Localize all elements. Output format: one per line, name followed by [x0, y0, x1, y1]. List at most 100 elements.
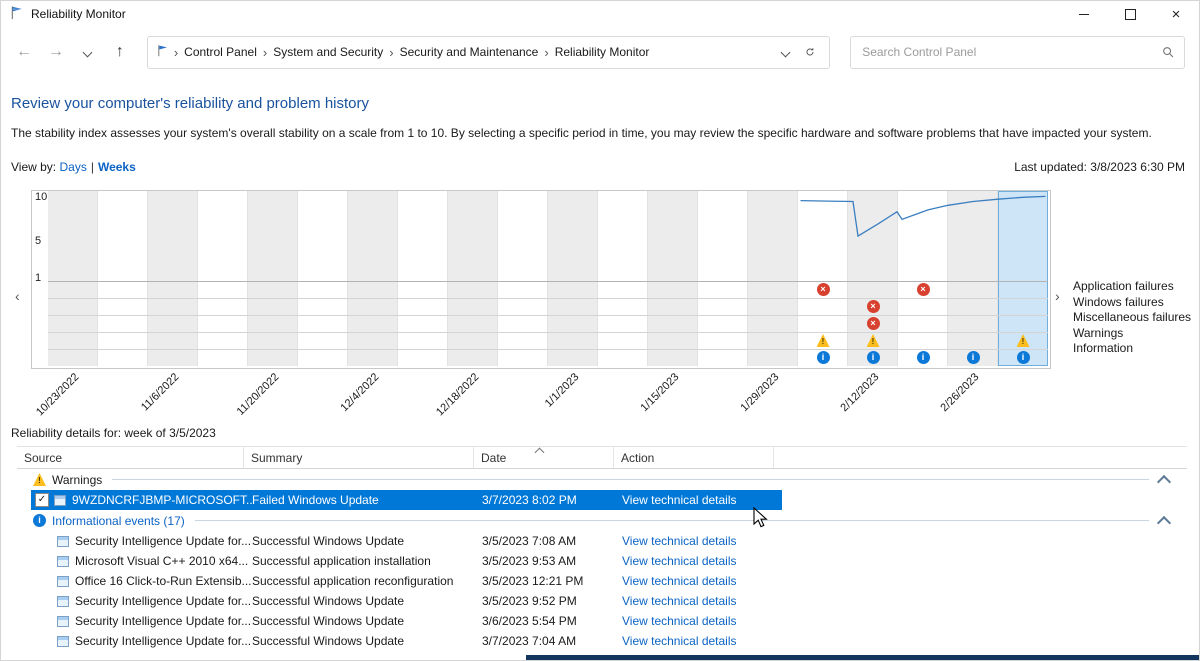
column-header-summary[interactable]: Summary — [244, 447, 474, 468]
chevron-right-icon: › — [387, 45, 395, 60]
legend-item: Miscellaneous failures — [1073, 310, 1191, 326]
error-icon[interactable]: × — [917, 283, 930, 296]
view-technical-details-link[interactable]: View technical details — [622, 551, 782, 571]
info-icon[interactable]: i — [917, 351, 930, 364]
date-cell: 3/5/2023 7:08 AM — [482, 531, 622, 551]
info-icon[interactable]: i — [867, 351, 880, 364]
error-icon[interactable]: × — [867, 300, 880, 313]
search-icon — [1162, 46, 1175, 59]
search-input[interactable] — [860, 44, 1162, 60]
info-icon[interactable]: i — [1017, 351, 1030, 364]
source-text: Security Intelligence Update for... — [75, 614, 251, 628]
maximize-button[interactable] — [1107, 1, 1153, 27]
breadcrumb-item[interactable]: Reliability Monitor — [551, 43, 654, 61]
view-technical-details-link[interactable]: View technical details — [622, 591, 782, 611]
search-box — [850, 36, 1185, 69]
forward-button[interactable]: → — [43, 38, 69, 66]
detail-row[interactable]: ✓ 9WZDNCRFJBMP-MICROSOFT....Failed Window… — [31, 490, 782, 510]
details-section: Reliability details for: week of 3/5/202… — [11, 426, 1199, 651]
source-text: 9WZDNCRFJBMP-MICROSOFT.... — [72, 493, 252, 507]
chart-scroll-left-icon[interactable]: ‹ — [15, 288, 20, 304]
summary-cell: Successful application installation — [252, 551, 482, 571]
source-text: Security Intelligence Update for... — [75, 594, 251, 608]
view-technical-details-link[interactable]: View technical details — [622, 611, 782, 631]
minimize-icon — [1079, 14, 1089, 15]
date-cell: 3/7/2023 8:02 PM — [482, 490, 622, 510]
last-updated: Last updated: 3/8/2023 6:30 PM — [1014, 160, 1185, 174]
date-cell: 3/6/2023 5:54 PM — [482, 611, 622, 631]
group-label[interactable]: Warnings — [52, 473, 102, 487]
summary-cell: Successful application reconfiguration — [252, 571, 482, 591]
window-title: Reliability Monitor — [31, 7, 126, 21]
info-icon: i — [33, 514, 46, 527]
view-technical-details-link[interactable]: View technical details — [622, 531, 782, 551]
view-weeks-link[interactable]: Weeks — [98, 160, 136, 174]
group-header-informational[interactable]: i Informational events (17) — [33, 510, 1199, 531]
close-button[interactable]: × — [1153, 1, 1199, 27]
error-icon[interactable]: × — [817, 283, 830, 296]
detail-row[interactable]: Security Intelligence Update for...Succe… — [31, 531, 782, 551]
sort-ascending-icon — [535, 448, 545, 458]
view-days-link[interactable]: Days — [59, 160, 86, 174]
column-header-date[interactable]: Date — [474, 447, 614, 468]
group-header-warnings[interactable]: !Warnings — [33, 469, 1199, 490]
info-icon[interactable]: i — [967, 351, 980, 364]
close-icon: × — [1172, 7, 1181, 22]
date-cell: 3/7/2023 7:04 AM — [482, 631, 622, 651]
collapse-chevron-icon[interactable] — [1157, 516, 1171, 530]
source-text: Security Intelligence Update for... — [75, 634, 251, 648]
title-bar: Reliability Monitor × — [1, 1, 1199, 27]
source-cell: Security Intelligence Update for... — [31, 591, 252, 611]
window-controls: × — [1061, 1, 1199, 27]
detail-row[interactable]: Security Intelligence Update for...Succe… — [31, 631, 782, 651]
grid-line — [48, 332, 1048, 333]
breadcrumb-item[interactable]: System and Security — [269, 43, 387, 61]
error-icon[interactable]: × — [867, 317, 880, 330]
refresh-icon — [805, 45, 815, 59]
source-cell: Security Intelligence Update for... — [31, 611, 252, 631]
breadcrumb-item[interactable]: Control Panel — [180, 43, 261, 61]
source-cell: Microsoft Visual C++ 2010 x64... — [31, 551, 252, 571]
view-technical-details-link[interactable]: View technical details — [622, 631, 782, 651]
chart-scroll-right-icon[interactable]: › — [1055, 288, 1060, 304]
chart-legend: Application failuresWindows failuresMisc… — [1073, 279, 1191, 357]
recent-pages-button[interactable] — [75, 38, 101, 66]
address-bar[interactable]: ›Control Panel›System and Security›Secur… — [147, 36, 830, 69]
refresh-button[interactable] — [799, 40, 821, 64]
info-icon[interactable]: i — [817, 351, 830, 364]
breadcrumb-item[interactable]: Security and Maintenance — [396, 43, 543, 61]
reliability-monitor-window: Reliability Monitor × ← → ↑ ›Control Pan… — [0, 0, 1200, 661]
view-by-label: View by: — [11, 160, 56, 174]
application-icon — [57, 536, 69, 547]
detail-row[interactable]: Microsoft Visual C++ 2010 x64...Successf… — [31, 551, 782, 571]
page-title: Review your computer's reliability and p… — [11, 95, 1199, 112]
back-button[interactable]: ← — [11, 38, 37, 66]
application-icon — [57, 636, 69, 647]
chevron-right-icon: › — [542, 45, 550, 60]
collapse-chevron-icon[interactable] — [1157, 475, 1171, 489]
stability-index-line — [48, 191, 1048, 281]
application-icon — [57, 616, 69, 627]
up-button[interactable]: ↑ — [107, 38, 133, 66]
detail-row[interactable]: Office 16 Click-to-Run Extensib...Succes… — [31, 571, 782, 591]
source-text: Security Intelligence Update for... — [75, 534, 251, 548]
address-dropdown-button[interactable] — [774, 40, 796, 64]
group-label[interactable]: Informational events (17) — [52, 514, 185, 528]
summary-cell: Successful Windows Update — [252, 611, 482, 631]
chevron-right-icon: › — [172, 45, 180, 60]
group-rule — [195, 520, 1149, 521]
detail-row[interactable]: Security Intelligence Update for...Succe… — [31, 591, 782, 611]
main-content: Review your computer's reliability and p… — [1, 95, 1199, 651]
detail-row[interactable]: Security Intelligence Update for...Succe… — [31, 611, 782, 631]
grid-line — [48, 298, 1048, 299]
minimize-button[interactable] — [1061, 1, 1107, 27]
grid-line — [48, 349, 1048, 350]
y-axis-tick: 10 — [35, 191, 47, 203]
row-checkbox[interactable]: ✓ — [35, 493, 49, 507]
summary-cell: Successful Windows Update — [252, 531, 482, 551]
summary-cell: Failed Windows Update — [252, 490, 482, 510]
view-technical-details-link[interactable]: View technical details — [622, 571, 782, 591]
stability-chart: ‹ 1051 ××××!!!iiiii 10/23/202211/6/20221… — [11, 190, 1200, 422]
application-icon — [57, 556, 69, 567]
mouse-cursor — [753, 507, 771, 531]
